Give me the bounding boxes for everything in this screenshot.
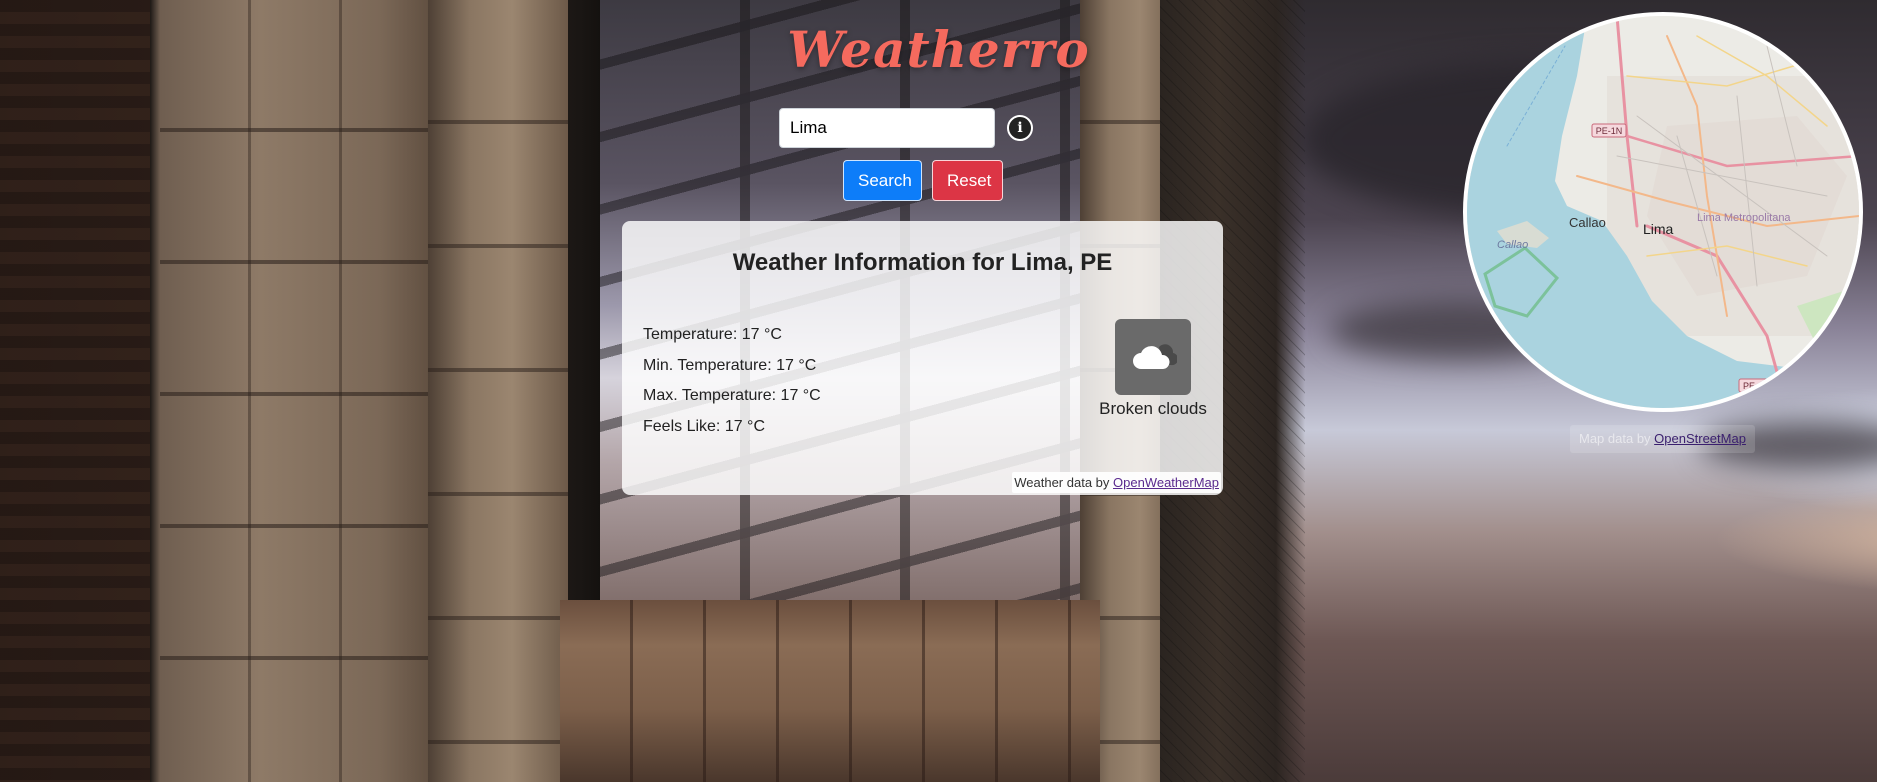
info-icon[interactable]: i — [1007, 115, 1033, 141]
min-temperature-value: Min. Temperature: 17 °C — [643, 356, 817, 374]
callao-island-label: Callao — [1497, 239, 1528, 251]
weather-stats: Temperature: 17 °C Min. Temperature: 17 … — [643, 320, 821, 442]
window-sill — [560, 600, 1100, 782]
openweathermap-link[interactable]: OpenWeatherMap — [1113, 475, 1219, 490]
map-tiles: PE-1N PE-1S Callao Lima Lima Metropolita… — [1467, 16, 1859, 408]
max-temperature-value: Max. Temperature: 17 °C — [643, 387, 821, 404]
weather-title: Weather Information for Lima, PE — [732, 249, 1113, 276]
building-pillar — [428, 0, 568, 782]
weather-attribution: Weather data by OpenWeatherMap — [1012, 472, 1221, 493]
lima-label: Lima — [1643, 221, 1674, 237]
feels-like-value: Feels Like: 17 °C — [643, 417, 766, 435]
reset-button[interactable]: Reset — [932, 160, 1003, 201]
callao-label: Callao — [1569, 215, 1606, 230]
pe1n-label: PE-1N — [1596, 126, 1623, 136]
temperature-value: Temperature: 17 °C — [643, 326, 782, 343]
search-button[interactable]: Search — [843, 160, 922, 201]
city-map[interactable]: PE-1N PE-1S Callao Lima Lima Metropolita… — [1463, 12, 1863, 412]
map-attribution: Map data by OpenStreetMap — [1570, 425, 1755, 453]
weather-card: Weather Information for Lima, PE Tempera… — [622, 221, 1223, 495]
weather-condition: Broken clouds — [1099, 399, 1207, 418]
city-search-input[interactable] — [779, 108, 995, 148]
broken-clouds-icon — [1115, 319, 1191, 395]
openstreetmap-link[interactable]: OpenStreetMap — [1654, 431, 1746, 446]
lima-metropolitana-label: Lima Metropolitana — [1697, 212, 1791, 224]
action-buttons: Search Reset — [843, 160, 1003, 201]
search-row: i — [779, 108, 1033, 148]
